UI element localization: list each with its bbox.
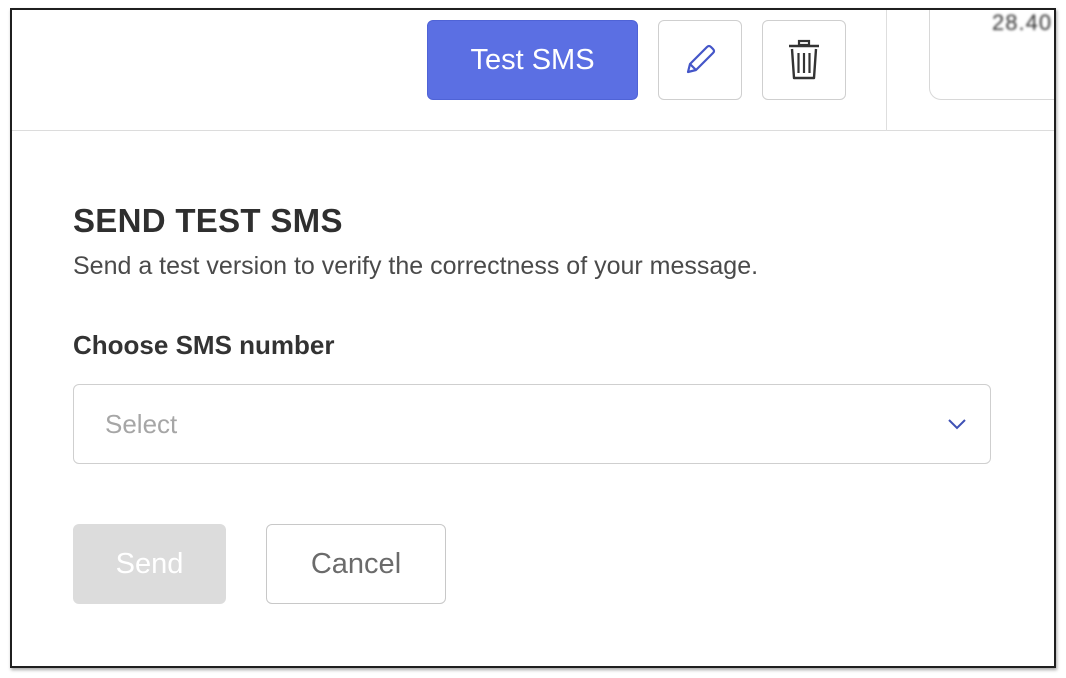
chevron-down-icon bbox=[948, 419, 966, 430]
select-placeholder: Select bbox=[105, 409, 178, 439]
toolbar-divider bbox=[886, 10, 887, 131]
send-test-sms-panel: SEND TEST SMS Send a test version to ver… bbox=[73, 202, 993, 281]
cancel-button[interactable]: Cancel bbox=[266, 524, 446, 604]
pencil-icon bbox=[686, 44, 716, 74]
send-button[interactable]: Send bbox=[73, 524, 226, 604]
top-toolbar: Test SMS 28.40 bbox=[12, 10, 1054, 131]
send-label: Send bbox=[115, 547, 184, 580]
sms-number-select[interactable]: Select bbox=[73, 384, 991, 464]
delete-button[interactable] bbox=[762, 20, 846, 100]
sms-number-label: Choose SMS number bbox=[73, 330, 335, 360]
test-sms-button[interactable]: Test SMS bbox=[427, 20, 638, 100]
panel-title: SEND TEST SMS bbox=[73, 202, 343, 239]
edit-button[interactable] bbox=[658, 20, 742, 100]
corner-value: 28.40 bbox=[992, 10, 1053, 35]
panel-subtitle: Send a test version to verify the correc… bbox=[73, 252, 759, 280]
trash-icon bbox=[789, 39, 819, 80]
cancel-label: Cancel bbox=[310, 547, 402, 580]
window-frame: Test SMS 28.40 SEND TEST SMS Send a test… bbox=[10, 8, 1056, 668]
test-sms-label: Test SMS bbox=[470, 43, 595, 76]
